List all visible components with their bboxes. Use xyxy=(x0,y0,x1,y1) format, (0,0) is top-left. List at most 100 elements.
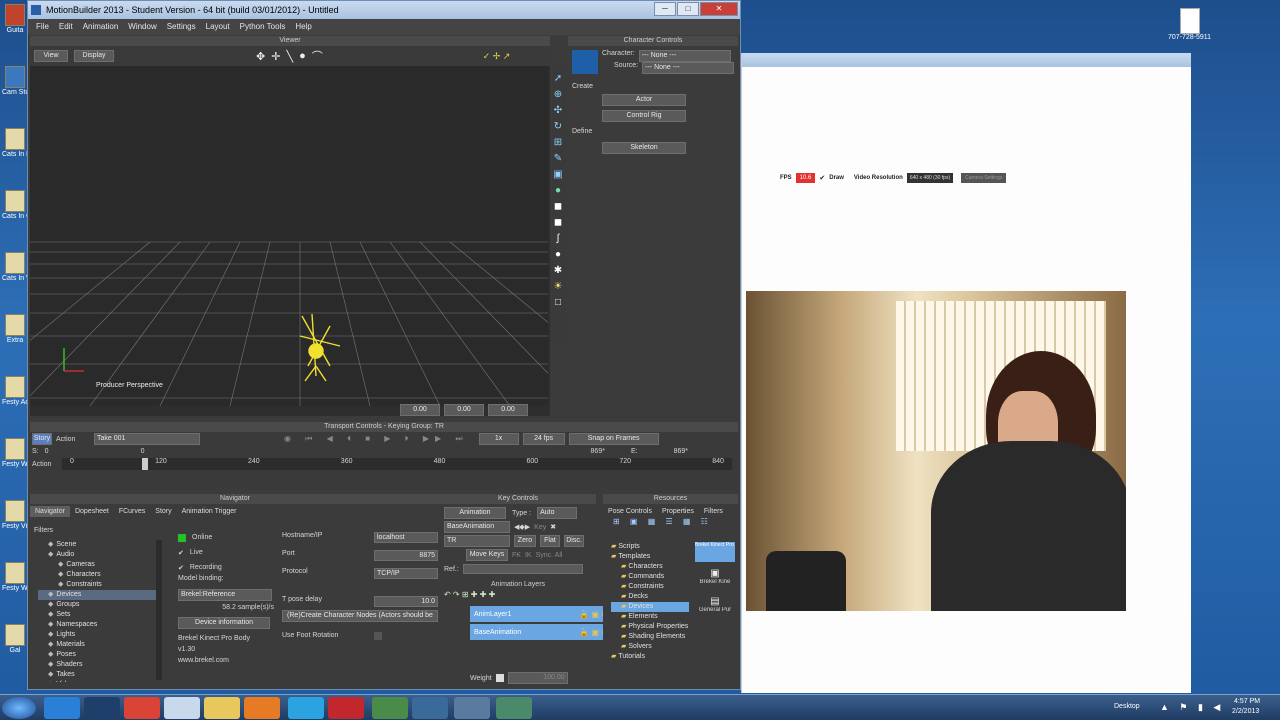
recreate-nodes-button[interactable]: (Re)Create Character Nodes (Actors shoul… xyxy=(282,610,438,622)
menu-item[interactable]: Window xyxy=(128,19,156,35)
skype-icon[interactable] xyxy=(288,697,324,719)
ref-input[interactable] xyxy=(462,564,583,574)
desktop-toolbar-label[interactable]: Desktop xyxy=(1114,703,1140,710)
lock-tool-icon[interactable]: ⊕ xyxy=(554,89,562,100)
timeline-ruler[interactable]: 0 120 240 360 480 600 720 840 xyxy=(62,458,732,470)
curve-icon[interactable]: ∫ xyxy=(557,233,560,244)
actor-button[interactable]: Actor xyxy=(602,94,686,106)
resource-tree-item[interactable]: ▰ Shading Elements xyxy=(611,632,689,642)
model-binding-select[interactable]: Brekel:Reference xyxy=(178,589,272,601)
device-info-button[interactable]: Device information xyxy=(178,617,270,629)
ik-button[interactable]: IK xyxy=(525,552,532,559)
desktop-shortcut[interactable]: Extra xyxy=(2,314,28,360)
camera-settings-button[interactable]: Camera Settings xyxy=(961,173,1007,183)
tree-item[interactable]: ◆ Sets xyxy=(38,610,156,620)
motionbuilder-active-icon[interactable] xyxy=(454,697,490,719)
resource-tree-item[interactable]: ▰ Physical Properties xyxy=(611,622,689,632)
resource-tree-item[interactable]: ▰ Constraints xyxy=(611,582,689,592)
disc-button[interactable]: Disc. xyxy=(564,535,584,547)
desktop-shortcut[interactable]: Festy Web xyxy=(2,562,28,608)
tree-item[interactable]: ◆ Devices xyxy=(38,590,156,600)
port-input[interactable]: 8875 xyxy=(374,550,438,561)
desktop-shortcut[interactable]: Cats In Web xyxy=(2,252,28,298)
chrome-icon[interactable] xyxy=(124,697,160,719)
anim-layer-row[interactable]: AnimLayer1 🔒 ▣ ⊘ xyxy=(470,606,612,622)
move-tool-icon[interactable]: ✥ xyxy=(256,50,265,63)
line-tool-icon[interactable]: ╲ xyxy=(286,50,293,63)
desktop-shortcut[interactable]: Guita xyxy=(2,4,28,50)
key-nav-icons[interactable]: ◀◆▶ xyxy=(514,523,530,531)
recording-checkbox[interactable]: ✔ xyxy=(178,564,184,572)
tree-scrollbar[interactable] xyxy=(156,540,162,680)
navigator-tab[interactable]: Dopesheet xyxy=(70,506,114,517)
desktop-shortcut[interactable]: Festy Web xyxy=(2,438,28,484)
resource-tree-item[interactable]: ▰ Devices xyxy=(611,602,689,612)
flat-button[interactable]: Flat xyxy=(540,535,560,547)
control-rig-button[interactable]: Control Rig xyxy=(602,110,686,122)
story-button[interactable]: Story xyxy=(32,433,52,445)
sun-icon[interactable]: ☀ xyxy=(554,281,563,292)
sync-all-button[interactable]: Sync. All xyxy=(536,552,563,559)
menu-item[interactable]: Settings xyxy=(167,19,196,35)
start-button[interactable] xyxy=(2,697,36,719)
desktop-file-icon[interactable]: 707-728-5911 xyxy=(1168,8,1211,48)
tree-item[interactable]: ◆ Materials xyxy=(38,640,156,650)
zero-button[interactable]: Zero xyxy=(514,535,536,547)
desktop-shortcut[interactable]: Festy Video xyxy=(2,500,28,546)
minimize-button[interactable]: ─ xyxy=(654,2,676,16)
anim-layer-tools[interactable]: ↶ ↷ ⊞ ✚ ✚ ✚ xyxy=(440,590,596,602)
tree-item[interactable]: ◆ Groups xyxy=(38,600,156,610)
take-select[interactable]: Take 001 xyxy=(94,433,200,445)
resource-tree-item[interactable]: ▰ Decks xyxy=(611,592,689,602)
character-select[interactable]: --- None --- xyxy=(638,50,731,62)
scale-icon[interactable]: ⊞ xyxy=(554,137,562,148)
draw-checkbox[interactable]: ✔ xyxy=(819,174,825,182)
clock-time[interactable]: 4:57 PM xyxy=(1234,698,1260,705)
menu-item[interactable]: Animation xyxy=(83,19,119,35)
anim-layer-row[interactable]: BaseAnimation 🔒 ▣ ⊘ xyxy=(470,624,612,640)
tree-item[interactable]: ◆Video xyxy=(38,680,156,682)
media-icon[interactable] xyxy=(244,697,280,719)
star-icon[interactable]: ✱ xyxy=(554,265,562,276)
menu-item[interactable]: Python Tools xyxy=(240,19,286,35)
menu-item[interactable]: Help xyxy=(295,19,311,35)
menu-item[interactable]: Edit xyxy=(59,19,73,35)
resources-toolbar[interactable]: ⊞ ▣ ▦ ☰ ▦ ☷ xyxy=(603,517,738,531)
tree-item[interactable]: ◆ Scene xyxy=(38,540,156,550)
cube2-icon[interactable]: ◼ xyxy=(554,217,562,228)
weight-input[interactable]: 100.00 xyxy=(507,672,568,684)
live-checkbox[interactable]: ✔ xyxy=(178,549,184,557)
desktop-shortcut[interactable]: Gal xyxy=(2,624,28,670)
tree-item[interactable]: ◆ Shaders xyxy=(38,660,156,670)
end-value[interactable]: 869* xyxy=(591,448,605,455)
hostname-input[interactable]: localhost xyxy=(374,532,438,543)
snap-tool-icons[interactable]: ✓ ✢ ↗ xyxy=(483,51,511,62)
start-value[interactable]: 0 xyxy=(45,448,85,455)
transport-playback-icons[interactable]: ◉ ⏮ ◀ ⏴ ■ ▶ ⏵ ▶▶ ⏭ xyxy=(284,434,469,444)
speed-select[interactable]: 1x xyxy=(478,433,519,445)
layer-select[interactable]: BaseAnimation xyxy=(444,521,510,533)
cube-icon[interactable]: ◼ xyxy=(554,201,562,212)
action-button[interactable]: Action xyxy=(56,436,90,443)
navigator-tab[interactable]: FCurves xyxy=(114,506,150,517)
key-button[interactable]: Key xyxy=(534,524,546,531)
tree-item[interactable]: ◆ Lights xyxy=(38,630,156,640)
key-remove-icon[interactable]: ✖ xyxy=(550,523,556,531)
frame-icon[interactable]: ▣ xyxy=(553,169,562,180)
snap-select[interactable]: Snap on Frames xyxy=(568,433,659,445)
resource-tree-item[interactable]: ▰ Scripts xyxy=(611,542,689,552)
display-button[interactable]: Display xyxy=(74,50,114,62)
bulb-icon[interactable]: ● xyxy=(555,185,561,196)
tree-item[interactable]: ◆ Namespaces xyxy=(38,620,156,630)
brekel-icon[interactable] xyxy=(496,697,532,719)
desktop-shortcut[interactable]: Cats In Const xyxy=(2,190,28,236)
timeline-cursor[interactable] xyxy=(142,458,148,470)
box-icon[interactable]: □ xyxy=(555,297,561,308)
app-icon[interactable] xyxy=(372,697,408,719)
sphere-icon[interactable]: ● xyxy=(555,249,561,260)
type-select[interactable]: Auto xyxy=(537,507,578,519)
arc-tool-icon[interactable]: ⌒ xyxy=(312,48,323,64)
desktop-shortcut[interactable]: Festy Acad xyxy=(2,376,28,422)
animation-button[interactable]: Animation xyxy=(444,507,506,519)
acrobat-icon[interactable] xyxy=(328,697,364,719)
